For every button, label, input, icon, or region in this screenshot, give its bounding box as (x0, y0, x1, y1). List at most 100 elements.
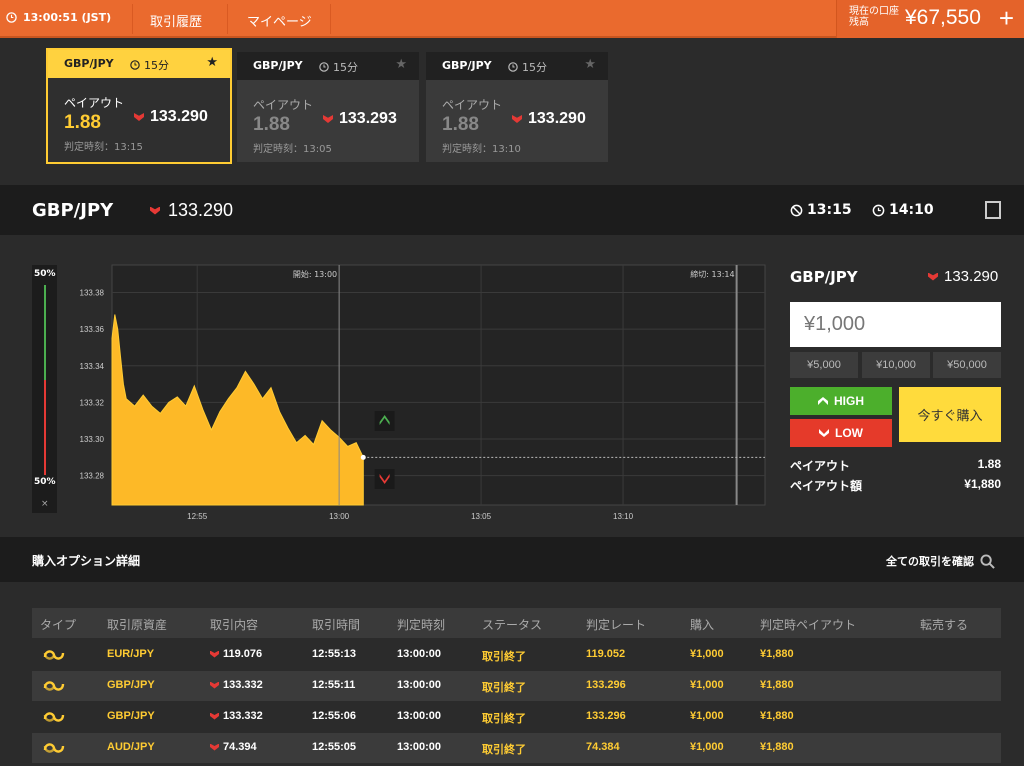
column-header: ステータス (482, 618, 543, 632)
column-header: 購入 (690, 618, 715, 632)
favorite-star-icon[interactable]: ★ (206, 55, 218, 70)
nav-mypage[interactable]: マイページ (247, 11, 312, 30)
judge-payout: ¥1,880 (760, 710, 794, 722)
purchase-details-header: 購入オプション詳細 全ての取引を確認 (0, 537, 1024, 582)
no-entry-icon (790, 204, 803, 216)
card-duration-text: 15分 (144, 59, 169, 72)
column-header: 取引内容 (210, 618, 259, 632)
nav-trade-history[interactable]: 取引履歴 (150, 11, 202, 30)
next-time-text: 14:10 (889, 202, 934, 218)
column-header: 取引原資産 (107, 618, 168, 632)
close-icon[interactable]: × (41, 499, 49, 509)
table-row[interactable]: AUD/JPY 74.394 12:55:05 13:00:00 取引終了 74.384 ¥… (32, 733, 1001, 763)
judge-time: 13:00:00 (397, 741, 442, 753)
purchase-amount: ¥1,000 (690, 679, 724, 691)
high-button[interactable]: HIGH (790, 387, 892, 415)
payout-amount-label: ペイアウト額 (790, 479, 863, 493)
judge-time: 13:00:00 (397, 679, 442, 691)
card-duration: 15分 (508, 59, 547, 75)
trade-status: 取引終了 (482, 713, 526, 725)
start-label: 開始: 13:00 (293, 269, 337, 279)
judge-rate: 74.384 (586, 741, 620, 753)
card-payout-value: 1.88 (64, 112, 101, 133)
asset-header: GBP/JPY 133.290 13:15 14:10 (0, 185, 1024, 235)
balance-label: 現在の口座残高 (849, 6, 899, 28)
trade-content-value: 119.076 (223, 648, 263, 660)
rate-down-icon (210, 681, 219, 689)
balance-box: 現在の口座残高 ¥67,550 + (836, 0, 1024, 38)
trade-time: 12:55:13 (312, 648, 357, 660)
arrow-up-icon (818, 397, 828, 405)
table-row[interactable]: GBP/JPY 133.332 12:55:06 13:00:00 取引終了 133.29… (32, 702, 1001, 732)
trade-content: 119.076 (210, 648, 262, 660)
rate-down-icon (323, 115, 333, 123)
rate-down-icon (210, 650, 219, 658)
current-rate-dot (360, 454, 366, 460)
trade-status: 取引終了 (482, 744, 526, 756)
next-time: 14:10 (872, 202, 934, 218)
payout-value: 1.88 (977, 457, 1001, 471)
server-time: 13:00:51 (JST) (6, 11, 111, 24)
chart-settings-icon[interactable] (985, 201, 1001, 219)
card-judge-time: 判定時刻：13:05 (253, 144, 332, 155)
trade-time: 12:55:05 (312, 741, 357, 753)
table-row[interactable]: EUR/JPY 119.076 12:55:13 13:00:00 取引終了 119.05… (32, 640, 1001, 670)
y-tick-label: 133.30 (80, 435, 105, 444)
asset-pair: GBP/JPY (32, 200, 114, 221)
trade-status: 取引終了 (482, 651, 526, 663)
judge-payout: ¥1,880 (760, 679, 794, 691)
asset-card-header: GBP/JPY 15分 ★ (237, 52, 419, 80)
rate-down-icon (512, 115, 522, 123)
card-payout-value: 1.88 (442, 114, 479, 135)
card-payout-label: ペイアウト (64, 96, 125, 110)
favorite-star-icon[interactable]: ★ (584, 57, 596, 72)
high-label: HIGH (834, 394, 864, 408)
table-row[interactable]: GBP/JPY 133.332 12:55:11 13:00:00 取引終了 133.29… (32, 671, 1001, 701)
asset-card[interactable]: GBP/JPY 15分 ★ ペイアウト 1.88 133.290 判定時刻：13:15 (46, 48, 232, 164)
y-tick-label: 133.34 (80, 362, 105, 371)
arrow-down-icon (819, 429, 829, 437)
view-all-trades-text: 全ての取引を確認 (886, 555, 974, 568)
panel-rate: 133.290 (928, 268, 998, 285)
purchase-amount: ¥1,000 (690, 741, 724, 753)
payout-label: ペイアウト (790, 459, 851, 473)
quick-amount-10000[interactable]: ¥10,000 (862, 352, 930, 378)
trade-asset: GBP/JPY (107, 679, 155, 691)
x-tick-label: 13:00 (329, 512, 350, 521)
buy-now-button[interactable]: 今すぐ購入 (899, 387, 1001, 442)
deadline-time-text: 13:15 (807, 202, 852, 218)
sentiment-bar: 50% 50% × (32, 265, 57, 513)
asset-rate: 133.290 (150, 200, 233, 221)
trade-content: 133.332 (210, 710, 263, 722)
quick-amount-5000[interactable]: ¥5,000 (790, 352, 858, 378)
view-all-trades-link[interactable]: 全ての取引を確認 (886, 553, 995, 569)
trade-content: 133.332 (210, 679, 263, 691)
low-button[interactable]: LOW (790, 419, 892, 447)
card-duration: 15分 (130, 57, 169, 73)
card-payout-label: ペイアウト (442, 98, 503, 112)
asset-card[interactable]: GBP/JPY 15分 ★ ペイアウト 1.88 133.293 判定時刻：13:05 (237, 52, 419, 162)
trade-time: 12:55:06 (312, 710, 357, 722)
price-chart: 133.38 133.36 133.34 133.32 133.30 133.28 12:5… (80, 264, 766, 521)
asset-card[interactable]: GBP/JPY 15分 ★ ペイアウト 1.88 133.290 判定時刻：13:10 (426, 52, 608, 162)
high-low-type-icon (43, 681, 65, 691)
judge-rate: 119.052 (586, 648, 626, 660)
trade-asset: EUR/JPY (107, 648, 155, 660)
low-label: LOW (835, 426, 863, 440)
high-marker-box (374, 411, 395, 431)
judge-time: 13:00:00 (397, 648, 442, 660)
quick-amount-50000[interactable]: ¥50,000 (933, 352, 1001, 378)
balance-value: ¥67,550 (905, 6, 981, 29)
panel-rate-value: 133.290 (944, 268, 999, 285)
card-rate: 133.290 (512, 110, 586, 128)
deposit-plus-button[interactable]: + (999, 3, 1014, 34)
column-header: タイプ (40, 618, 77, 632)
trade-content-value: 74.394 (223, 741, 257, 753)
y-tick-label: 133.28 (80, 472, 105, 481)
amount-input[interactable] (790, 302, 1001, 347)
clock-icon (319, 62, 329, 72)
column-header: 取引時間 (312, 618, 361, 632)
favorite-star-icon[interactable]: ★ (395, 57, 407, 72)
trade-content-value: 133.332 (223, 710, 263, 722)
trade-time: 12:55:11 (312, 679, 356, 691)
